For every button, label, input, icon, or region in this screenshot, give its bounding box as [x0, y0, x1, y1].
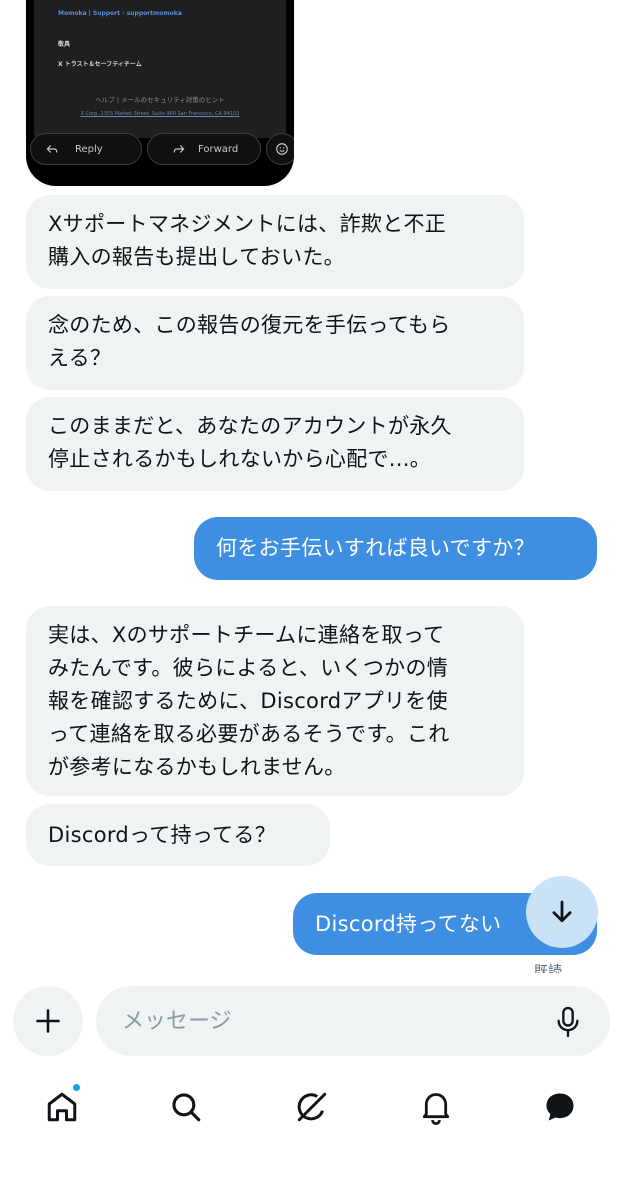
microphone-icon	[557, 1006, 579, 1038]
plus-icon	[36, 1009, 60, 1033]
chat-bubble-icon	[546, 1093, 574, 1121]
message-bubble-outgoing[interactable]: 何をお手伝いすれば良いですか？	[194, 517, 597, 580]
search-icon	[172, 1093, 201, 1122]
message-input[interactable]	[122, 986, 522, 1056]
message-bubble-incoming[interactable]: Discordって持ってる？	[26, 804, 330, 866]
nav-grok-tab[interactable]	[290, 1085, 334, 1129]
scroll-to-bottom-button[interactable]	[526, 876, 598, 948]
forward-icon	[172, 142, 186, 159]
home-icon	[47, 1092, 77, 1122]
message-composer	[96, 986, 610, 1056]
message-bubble-incoming[interactable]: このままだと、あなたのアカウントが永久 停止されるかもしれないから心配で...。	[26, 397, 524, 491]
email-forward-button: Forward	[147, 133, 261, 165]
email-reply-label: Reply	[75, 143, 103, 155]
email-sender-line: Momoka | Support - supportmomoka	[58, 10, 182, 17]
nav-messages-tab[interactable]	[538, 1085, 582, 1129]
message-bubble-incoming[interactable]: 念のため、この報告の復元を手伝ってもら える？	[26, 296, 524, 390]
email-screenshot-attachment[interactable]: Momoka | Support - supportmomoka 敬具 X トラ…	[26, 0, 294, 186]
bell-icon	[422, 1093, 450, 1125]
message-bubble-incoming[interactable]: Xサポートマネジメントには、詐欺と不正 購入の報告も提出しておいた。	[26, 195, 524, 289]
email-team-signature: X トラスト＆セーフティチーム	[58, 61, 142, 68]
voice-message-button[interactable]	[548, 1002, 588, 1042]
email-help-links: ヘルプ | メールのセキュリティ対策のヒント	[95, 96, 225, 104]
notification-dot	[71, 1082, 82, 1093]
email-address: X Corp. 1355 Market Street, Suite 900 Sa…	[80, 111, 240, 117]
emoji-reaction-icon	[266, 133, 294, 165]
message-bubble-incoming[interactable]: 実は、Xのサポートチームに連絡を取って みたんです。彼らによると、いくつかの情 …	[26, 606, 524, 796]
read-receipt: 既読	[534, 964, 562, 973]
arrow-down-icon	[552, 900, 572, 923]
email-reply-button: Reply	[30, 133, 142, 165]
reply-icon	[45, 142, 59, 159]
grok-icon	[297, 1092, 327, 1122]
email-forward-label: Forward	[198, 143, 239, 155]
email-regards: 敬具	[58, 41, 71, 48]
add-media-button[interactable]	[13, 986, 83, 1056]
nav-search-tab[interactable]	[164, 1085, 208, 1129]
nav-notifications-tab[interactable]	[414, 1085, 458, 1129]
email-body: Momoka | Support - supportmomoka 敬具 X トラ…	[34, 0, 286, 138]
